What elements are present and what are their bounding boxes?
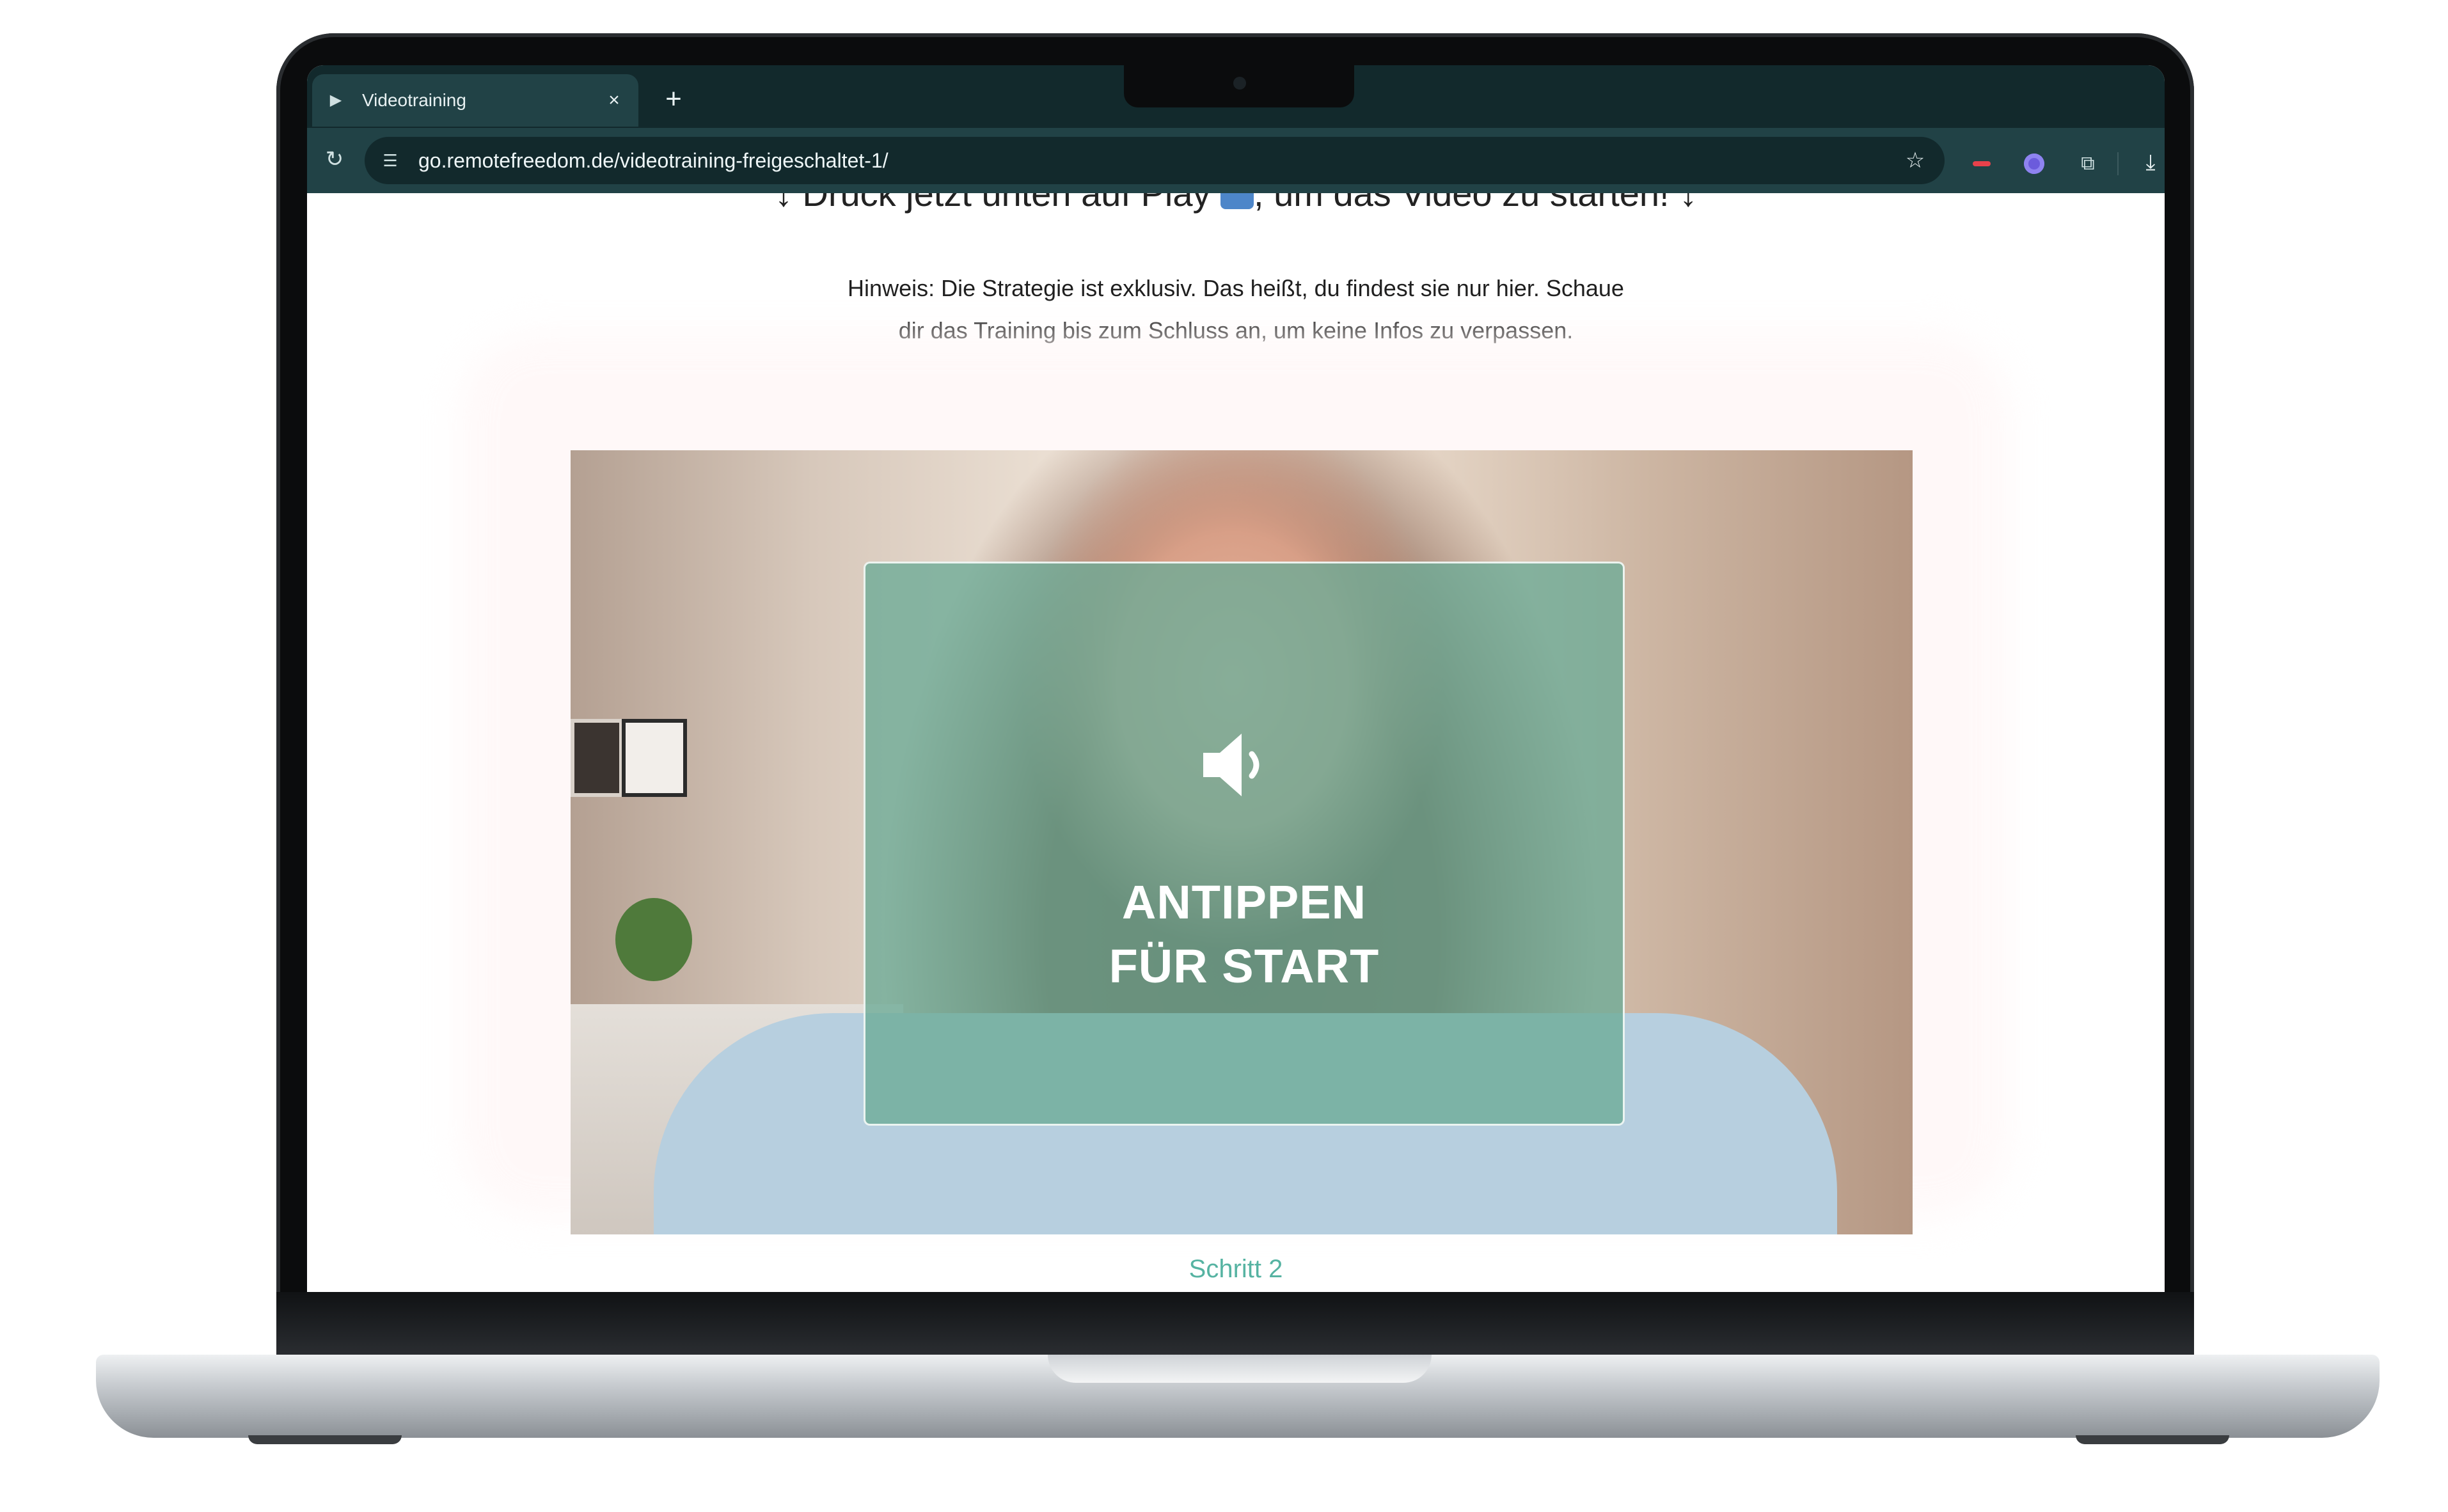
video-player[interactable]: ANTIPPEN FÜR START [571, 450, 1913, 1234]
extension-purple-icon[interactable] [2021, 151, 2047, 177]
laptop-screen: ▶ Videotraining × + ↻ ☰ go.remotefreedom… [307, 65, 2165, 1292]
hint-line-1: Hinweis: Die Strategie ist exklusiv. Das… [848, 275, 1624, 301]
laptop-foot [248, 1435, 402, 1444]
web-page: ↓ Druck jetzt unten auf Play , um das Vi… [307, 193, 2165, 1292]
video-favicon-icon: ▶ [329, 91, 342, 109]
headline-text-left: ↓ Druck jetzt unten auf Play [774, 193, 1221, 214]
speaker-icon [1203, 734, 1260, 796]
url-text[interactable]: go.remotefreedom.de/videotraining-freige… [418, 149, 1901, 173]
download-icon[interactable]: ⤓ [2136, 148, 2165, 177]
wall-picture [571, 719, 623, 797]
star-icon[interactable]: ☆ [1901, 146, 1929, 175]
address-bar[interactable]: ☰ go.remotefreedom.de/videotraining-frei… [365, 137, 1945, 184]
tap-to-start-overlay[interactable]: ANTIPPEN FÜR START [864, 562, 1625, 1126]
wall-picture [622, 719, 687, 797]
camera-lens [1233, 77, 1246, 90]
extension-red-icon[interactable] [1969, 151, 1994, 177]
site-info-icon[interactable]: ☰ [376, 146, 404, 175]
toolbar-divider [2117, 152, 2119, 175]
overlay-line-1: ANTIPPEN [1121, 876, 1367, 929]
headline-text-right: , um das Video zu starten! ↓ [1254, 193, 1698, 214]
reload-icon[interactable]: ↻ [319, 143, 351, 175]
tab-title: Videotraining [362, 90, 466, 110]
overlay-line-2: FÜR START [1109, 940, 1380, 993]
laptop-opening-notch [1048, 1355, 1432, 1383]
close-tab-icon[interactable]: × [601, 88, 627, 113]
step-label: Schritt 2 [1188, 1255, 1283, 1283]
headline: ↓ Druck jetzt unten auf Play , um das Vi… [307, 193, 2165, 214]
plant [615, 898, 692, 981]
tap-to-start-label: ANTIPPEN FÜR START [865, 870, 1623, 998]
browser-tab[interactable]: ▶ Videotraining × [312, 74, 638, 127]
laptop-foot [2076, 1435, 2229, 1444]
new-tab-button[interactable]: + [658, 83, 690, 115]
screen-bezel-bottom [276, 1292, 2194, 1360]
browser-toolbar: ↻ ☰ go.remotefreedom.de/videotraining-fr… [307, 128, 2165, 193]
puzzle-icon[interactable]: ⧉ [2075, 151, 2101, 177]
play-icon [1220, 193, 1254, 210]
